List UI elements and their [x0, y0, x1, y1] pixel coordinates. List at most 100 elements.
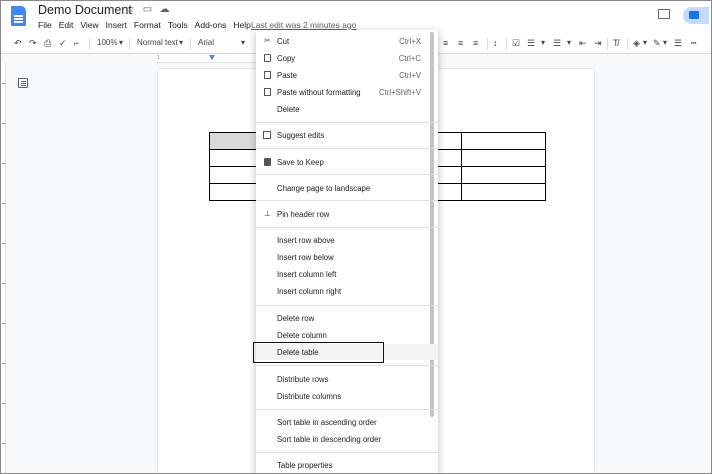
toolbar-divider: [190, 38, 191, 50]
menu-item-cut[interactable]: ✂ Cut Ctrl+X: [256, 33, 438, 49]
fill-color-icon[interactable]: ◈: [633, 38, 640, 49]
menu-item-distribute-columns[interactable]: Distribute columns: [256, 388, 438, 404]
menu-bar: File Edit View Insert Format Tools Add-o…: [38, 20, 251, 30]
move-folder-icon[interactable]: ▭: [142, 4, 153, 15]
menu-separator: [256, 365, 438, 366]
pin-icon: ⊥: [264, 209, 271, 218]
context-menu: ✂ Cut Ctrl+X Copy Ctrl+C Paste Ctrl+V Pa…: [256, 30, 438, 473]
toolbar-divider: [129, 38, 130, 50]
chevron-down-icon: ▾: [541, 38, 546, 47]
menu-item-insert-row-above[interactable]: Insert row above: [256, 232, 438, 248]
menu-item-save-to-keep[interactable]: Save to Keep: [256, 154, 438, 170]
menu-item-copy[interactable]: Copy Ctrl+C: [256, 50, 438, 66]
bulleted-list-icon[interactable]: ☰: [527, 38, 535, 49]
menu-item-suggest-edits[interactable]: Suggest edits: [256, 127, 438, 143]
zoom-select[interactable]: 100%: [97, 38, 117, 47]
clear-formatting-icon[interactable]: T̸: [613, 38, 619, 48]
table-cell[interactable]: [461, 183, 546, 201]
docs-logo-icon[interactable]: [11, 6, 26, 26]
menu-separator: [256, 227, 438, 228]
indent-marker-icon[interactable]: [209, 55, 215, 60]
menu-separator: [256, 174, 438, 175]
border-color-icon[interactable]: ✎: [653, 38, 661, 49]
menu-addons[interactable]: Add-ons: [195, 20, 227, 30]
increase-indent-icon[interactable]: ⇥: [594, 38, 602, 49]
menu-edit[interactable]: Edit: [59, 20, 74, 30]
menu-item-sort-ascending[interactable]: Sort table in ascending order: [256, 414, 438, 430]
window: Demo Document ☆ ▭ ☁ File Edit View Inser…: [0, 0, 712, 474]
menu-view[interactable]: View: [80, 20, 98, 30]
vertical-ruler[interactable]: [1, 63, 6, 473]
menu-separator: [256, 409, 438, 410]
suggest-edits-icon: [263, 131, 271, 139]
menu-item-sort-descending[interactable]: Sort table in descending order: [256, 431, 438, 447]
menu-item-pin-header-row[interactable]: ⊥ Pin header row: [256, 206, 438, 222]
numbered-list-icon[interactable]: ☰: [553, 38, 561, 49]
menu-tools[interactable]: Tools: [168, 20, 188, 30]
align-right-icon[interactable]: ≡: [458, 38, 463, 48]
document-outline-icon[interactable]: [18, 78, 28, 88]
border-width-icon[interactable]: ☰: [674, 38, 682, 49]
style-select[interactable]: Normal text: [137, 38, 178, 47]
menu-item-change-page-to-landscape[interactable]: Change page to landscape: [256, 180, 438, 196]
star-icon[interactable]: ☆: [125, 4, 136, 15]
decrease-indent-icon[interactable]: ⇤: [579, 38, 587, 49]
ruler-label: 1: [157, 55, 160, 61]
menu-separator: [256, 122, 438, 123]
toolbar-divider: [487, 38, 488, 50]
document-title[interactable]: Demo Document: [38, 3, 132, 17]
chevron-down-icon: ▾: [567, 38, 572, 47]
menu-separator: [256, 148, 438, 149]
chevron-down-icon: ▾: [241, 38, 246, 47]
copy-icon: [264, 54, 271, 62]
present-button[interactable]: [683, 7, 709, 24]
horizontal-ruler[interactable]: 1: [157, 54, 257, 63]
print-icon[interactable]: ⎙: [44, 38, 51, 49]
table-cell[interactable]: [461, 149, 546, 167]
menu-separator: [256, 452, 438, 453]
table-cell[interactable]: [461, 166, 546, 184]
menu-help[interactable]: Help: [233, 20, 250, 30]
chevron-down-icon: ▾: [119, 38, 124, 47]
menu-item-delete-column[interactable]: Delete column: [256, 327, 438, 343]
chevron-down-icon: ▾: [643, 38, 648, 47]
menu-item-distribute-rows[interactable]: Distribute rows: [256, 371, 438, 387]
keep-icon: [264, 158, 271, 166]
paste-plain-icon: [264, 88, 271, 96]
menu-item-insert-column-right[interactable]: Insert column right: [256, 283, 438, 299]
cloud-status-icon[interactable]: ☁: [159, 4, 170, 15]
align-justify-icon[interactable]: ≡: [473, 38, 478, 48]
menu-item-insert-row-below[interactable]: Insert row below: [256, 249, 438, 265]
border-dash-icon[interactable]: ┅: [691, 38, 696, 49]
menu-format[interactable]: Format: [134, 20, 161, 30]
chevron-down-icon: ▾: [179, 38, 184, 47]
table-cell[interactable]: [461, 132, 546, 150]
highlight-box: [253, 342, 384, 363]
menu-item-delete[interactable]: Delete: [256, 101, 438, 117]
font-select[interactable]: Arial: [198, 38, 214, 47]
menu-insert[interactable]: Insert: [106, 20, 127, 30]
last-edit-link[interactable]: Last edit was 2 minutes ago: [251, 20, 356, 30]
redo-icon[interactable]: ↷: [29, 38, 37, 49]
paste-icon: [264, 71, 271, 79]
undo-icon[interactable]: ↶: [14, 38, 22, 49]
chevron-down-icon: ▾: [663, 38, 668, 47]
menu-item-delete-row[interactable]: Delete row: [256, 310, 438, 326]
toolbar-divider: [607, 38, 608, 50]
align-center-icon[interactable]: ≡: [443, 38, 448, 48]
toolbar-divider: [89, 38, 90, 50]
toolbar-divider: [627, 38, 628, 50]
menu-item-insert-column-left[interactable]: Insert column left: [256, 266, 438, 282]
menu-file[interactable]: File: [38, 20, 52, 30]
paint-format-icon[interactable]: ⌐: [74, 38, 79, 48]
present-icon: [689, 11, 699, 19]
title-actions: ☆ ▭ ☁: [125, 4, 170, 15]
line-spacing-icon[interactable]: ↕: [493, 38, 498, 48]
menu-item-table-properties[interactable]: Table properties: [256, 457, 438, 473]
menu-item-paste[interactable]: Paste Ctrl+V: [256, 67, 438, 83]
comment-history-icon[interactable]: [658, 9, 670, 19]
menu-separator: [256, 200, 438, 201]
menu-item-paste-without-formatting[interactable]: Paste without formatting Ctrl+Shift+V: [256, 84, 438, 100]
spellcheck-icon[interactable]: ✓: [59, 38, 67, 49]
checklist-icon[interactable]: ☑: [512, 38, 520, 49]
